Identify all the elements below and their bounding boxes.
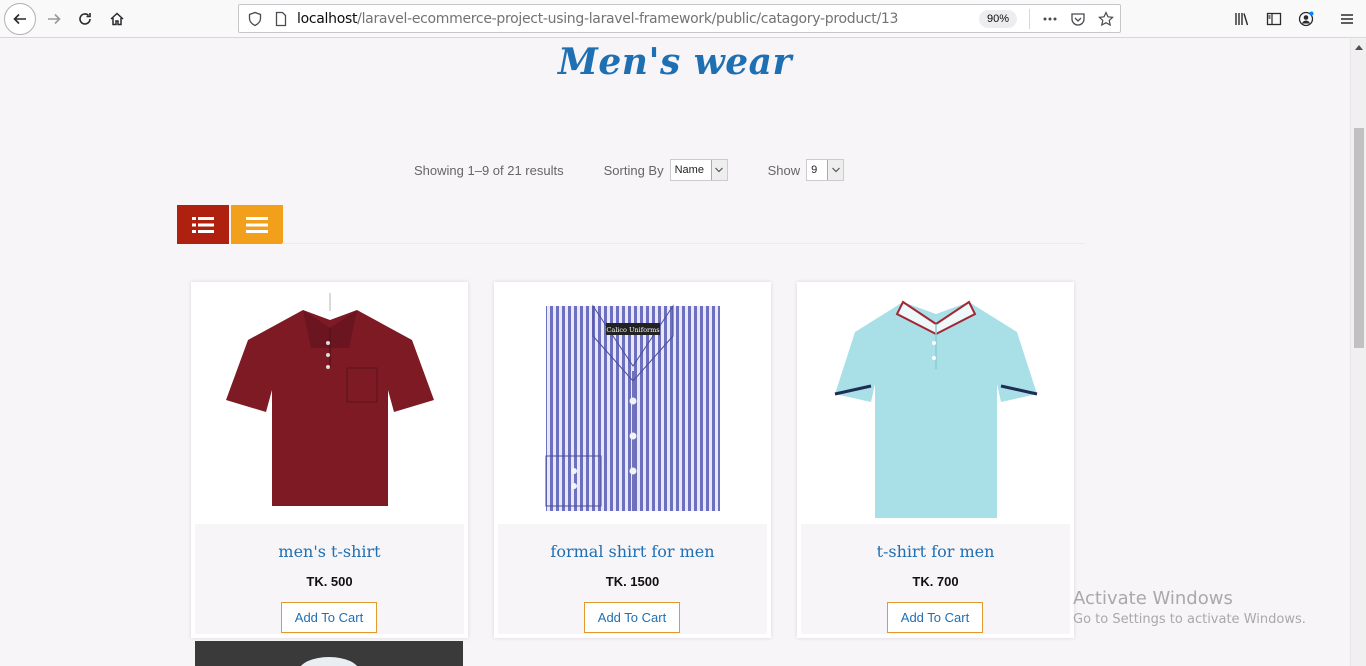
filter-bar: Showing 1–9 of 21 results Sorting By Nam… <box>414 159 845 181</box>
product-image[interactable] <box>797 282 1074 524</box>
watermark-title: Activate Windows <box>1073 588 1233 609</box>
sidebar-icon <box>1266 12 1282 26</box>
list-view-button[interactable] <box>177 205 229 244</box>
polo-shirt-lightblue-image <box>834 300 1037 518</box>
product-card[interactable]: men's t-shirt TK. 500 Add To Cart <box>191 282 468 638</box>
account-button[interactable] <box>1290 3 1322 35</box>
results-count: Showing 1–9 of 21 results <box>414 162 564 178</box>
back-button[interactable] <box>4 3 36 35</box>
add-to-cart-button[interactable]: Add To Cart <box>584 602 680 633</box>
product-name[interactable]: men's t-shirt <box>195 542 464 561</box>
forward-icon <box>48 13 61 25</box>
url-text[interactable]: localhost/laravel-ecommerce-project-usin… <box>297 11 898 27</box>
product-price: TK. 500 <box>306 574 353 589</box>
product-info: t-shirt for men TK. 700 Add To Cart <box>801 524 1070 634</box>
url-path: /laravel-ecommerce-project-using-laravel… <box>357 11 899 27</box>
show-value: 9 <box>811 164 818 176</box>
list-icon <box>192 216 214 233</box>
home-button[interactable] <box>101 3 133 35</box>
product-card[interactable]: Calico Uniforms formal shirt for men TK.… <box>494 282 771 638</box>
next-product-image <box>195 641 463 666</box>
address-bar[interactable]: localhost/laravel-ecommerce-project-usin… <box>238 4 1121 33</box>
chevron-down-icon <box>827 160 844 180</box>
product-info: formal shirt for men TK. 1500 Add To Car… <box>498 524 767 634</box>
zoom-badge[interactable]: 90% <box>979 10 1018 28</box>
product-price: TK. 700 <box>912 574 959 589</box>
sort-select[interactable]: Name <box>669 159 728 181</box>
show-select[interactable]: 9 <box>806 159 845 181</box>
show-label: Show <box>767 162 801 178</box>
reload-icon <box>79 13 91 25</box>
product-price: TK. 1500 <box>605 574 660 589</box>
star-icon[interactable] <box>1098 11 1114 27</box>
reload-button[interactable] <box>69 3 101 35</box>
page-title: Men's wear <box>558 41 792 83</box>
scroll-thumb[interactable] <box>1354 128 1364 348</box>
menu-button[interactable] <box>1331 3 1363 35</box>
page-icon[interactable] <box>273 11 289 27</box>
browser-toolbar: localhost/laravel-ecommerce-project-usin… <box>0 0 1366 38</box>
back-icon <box>13 13 26 25</box>
product-info: men's t-shirt TK. 500 Add To Cart <box>195 524 464 634</box>
product-image-partial[interactable] <box>195 641 463 666</box>
add-to-cart-button[interactable]: Add To Cart <box>887 602 983 633</box>
product-name[interactable]: t-shirt for men <box>801 542 1070 561</box>
product-name[interactable]: formal shirt for men <box>498 542 767 561</box>
striped-formal-shirt-image: Calico Uniforms <box>545 303 720 511</box>
sidebar-button[interactable] <box>1258 3 1290 35</box>
grid-view-button[interactable] <box>231 205 283 244</box>
polo-shirt-maroon-image <box>225 293 434 506</box>
windows-activation-watermark: Activate Windows Go to Settings to activ… <box>1073 588 1306 627</box>
divider <box>282 243 1085 244</box>
account-icon <box>1298 11 1314 27</box>
product-image[interactable]: Calico Uniforms <box>494 282 771 524</box>
pocket-icon[interactable] <box>1070 11 1086 27</box>
product-image[interactable] <box>191 282 468 524</box>
menu-icon <box>1341 14 1353 24</box>
chevron-down-icon <box>710 160 727 180</box>
shirt-label-text: Calico Uniforms <box>606 326 659 334</box>
more-icon[interactable] <box>1042 11 1058 27</box>
forward-button[interactable] <box>38 3 70 35</box>
watermark-subtitle: Go to Settings to activate Windows. <box>1073 612 1306 627</box>
product-card[interactable]: t-shirt for men TK. 700 Add To Cart <box>797 282 1074 638</box>
sort-label: Sorting By <box>603 162 664 178</box>
library-icon <box>1235 13 1249 26</box>
page-scrollbar[interactable] <box>1350 39 1366 666</box>
bars-icon <box>246 216 268 233</box>
page-content: Men's wear Showing 1–9 of 21 results Sor… <box>0 39 1350 666</box>
url-separator <box>1029 9 1030 29</box>
add-to-cart-button[interactable]: Add To Cart <box>281 602 377 633</box>
view-toggle <box>177 205 283 244</box>
home-icon <box>110 12 124 26</box>
shield-icon[interactable] <box>247 11 263 27</box>
scroll-up-icon[interactable] <box>1355 45 1363 50</box>
sort-value: Name <box>674 164 704 176</box>
url-host: localhost <box>297 11 358 27</box>
library-button[interactable] <box>1226 3 1258 35</box>
